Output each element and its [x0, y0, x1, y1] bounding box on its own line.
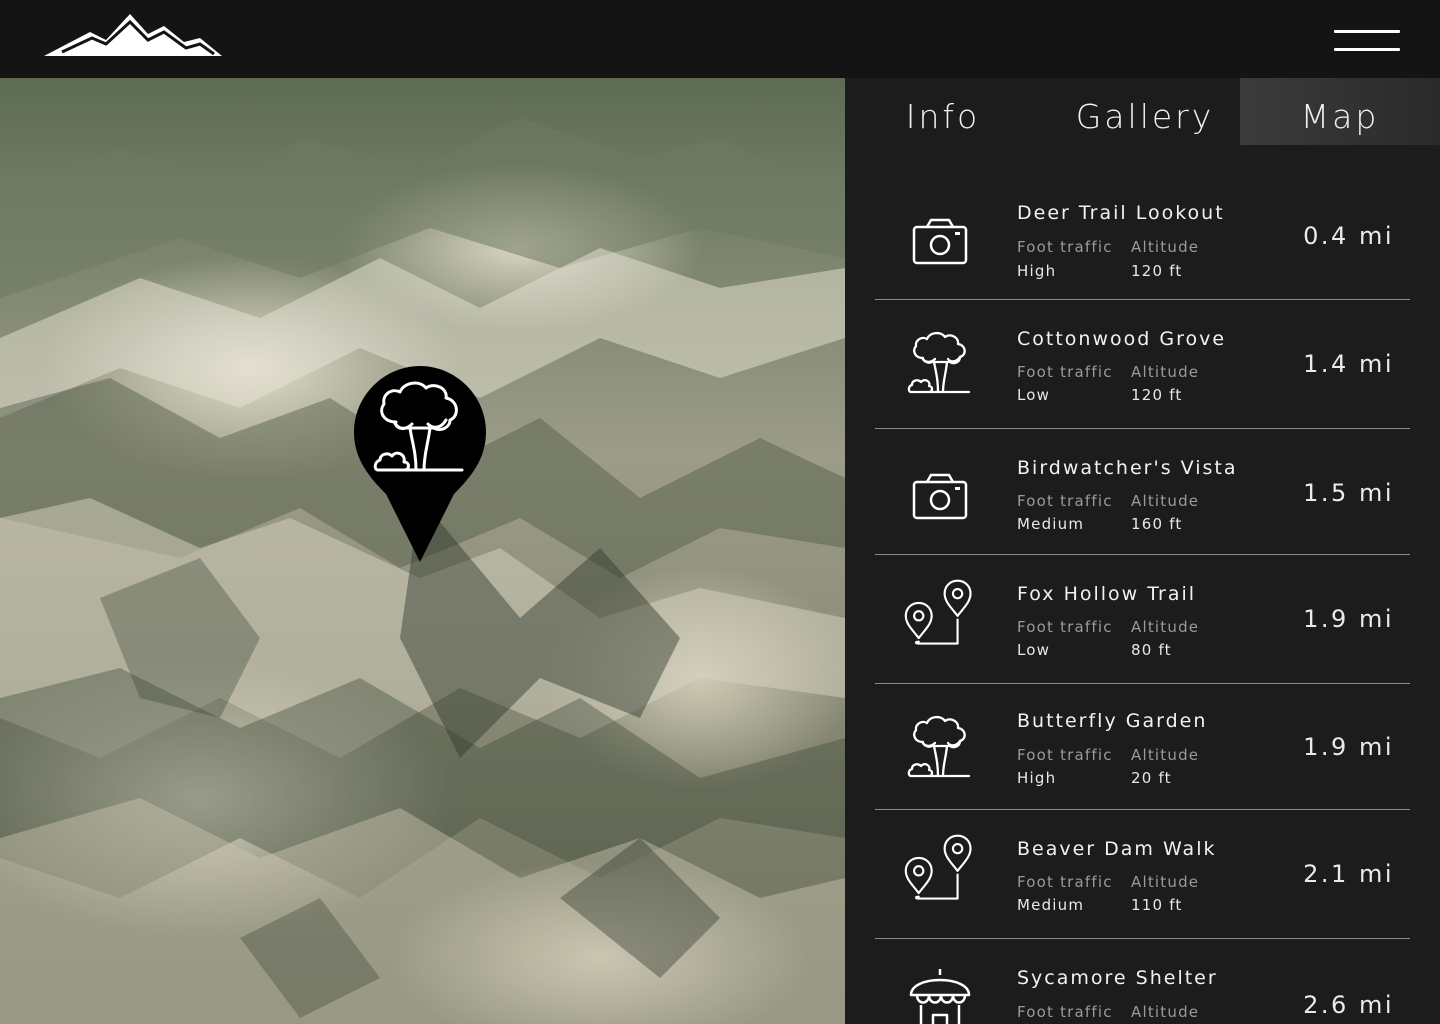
poi-row[interactable]: Birdwatcher's Vista Foot traffic Medium … [875, 429, 1410, 555]
altitude-label: Altitude [1131, 1003, 1200, 1021]
altitude-label: Altitude [1131, 363, 1200, 381]
foot-traffic-label: Foot traffic [1017, 1003, 1113, 1021]
details-panel: Info Gallery Map Deer Trail Lookout Foot… [845, 78, 1440, 1024]
altitude-label: Altitude [1131, 492, 1200, 510]
distance: 1.4 mi [1303, 350, 1394, 378]
foot-traffic-value: High [1017, 262, 1057, 280]
mountain-logo-icon[interactable] [44, 12, 222, 60]
foot-traffic-value: High [1017, 769, 1057, 787]
foot-traffic-label: Foot traffic [1017, 746, 1113, 764]
distance: 2.6 mi [1303, 991, 1394, 1019]
altitude-label: Altitude [1131, 873, 1200, 891]
top-bar [0, 0, 1440, 78]
poi-list: Deer Trail Lookout Foot traffic High Alt… [875, 178, 1410, 1024]
foot-traffic-value: Low [1017, 386, 1051, 404]
altitude-value: 110 ft [1131, 896, 1183, 914]
foot-traffic-value: Medium [1017, 896, 1085, 914]
distance: 1.9 mi [1303, 605, 1394, 633]
terrain-map[interactable] [0, 78, 845, 1024]
altitude-value: 120 ft [1131, 262, 1183, 280]
route-pins-icon [904, 834, 972, 900]
foot-traffic-label: Foot traffic [1017, 363, 1113, 381]
menu-line-bottom [1334, 48, 1400, 51]
foot-traffic-value: Low [1017, 641, 1051, 659]
altitude-label: Altitude [1131, 238, 1200, 256]
poi-row[interactable]: Cottonwood Grove Foot traffic Low Altitu… [875, 300, 1410, 429]
foot-traffic-label: Foot traffic [1017, 873, 1113, 891]
poi-row[interactable]: Sycamore Shelter Foot traffic Altitude 2… [875, 939, 1410, 1024]
foot-traffic-value: Medium [1017, 515, 1085, 533]
distance: 1.9 mi [1303, 733, 1394, 761]
selected-location-pin[interactable] [354, 366, 486, 562]
altitude-value: 80 ft [1131, 641, 1172, 659]
poi-name: Cottonwood Grove [1017, 328, 1227, 350]
camera-icon [912, 218, 968, 265]
poi-name: Beaver Dam Walk [1017, 838, 1217, 860]
foot-traffic-label: Foot traffic [1017, 618, 1113, 636]
poi-name: Fox Hollow Trail [1017, 583, 1197, 605]
menu-line-top [1334, 30, 1400, 33]
hamburger-menu-button[interactable] [1334, 28, 1400, 54]
distance: 2.1 mi [1303, 860, 1394, 888]
distance: 1.5 mi [1303, 479, 1394, 507]
camera-icon [912, 473, 968, 520]
altitude-value: 20 ft [1131, 769, 1172, 787]
tree-icon [907, 715, 971, 778]
altitude-label: Altitude [1131, 746, 1200, 764]
tree-icon [907, 331, 971, 394]
tab-map[interactable]: Map [1240, 78, 1440, 145]
poi-name: Butterfly Garden [1017, 710, 1208, 732]
route-pins-icon [904, 579, 972, 645]
foot-traffic-label: Foot traffic [1017, 238, 1113, 256]
shelter-icon [909, 969, 971, 1024]
altitude-value: 120 ft [1131, 386, 1183, 404]
poi-row[interactable]: Beaver Dam Walk Foot traffic Medium Alti… [875, 810, 1410, 939]
poi-row[interactable]: Butterfly Garden Foot traffic High Altit… [875, 684, 1410, 810]
tab-gallery[interactable]: Gallery [1073, 78, 1217, 145]
poi-row[interactable]: Deer Trail Lookout Foot traffic High Alt… [875, 178, 1410, 300]
poi-name: Birdwatcher's Vista [1017, 457, 1238, 479]
altitude-value: 160 ft [1131, 515, 1183, 533]
panel-tabs: Info Gallery Map [845, 78, 1440, 145]
foot-traffic-label: Foot traffic [1017, 492, 1113, 510]
poi-row[interactable]: Fox Hollow Trail Foot traffic Low Altitu… [875, 555, 1410, 684]
altitude-label: Altitude [1131, 618, 1200, 636]
poi-name: Deer Trail Lookout [1017, 202, 1225, 224]
poi-name: Sycamore Shelter [1017, 967, 1218, 989]
tab-info[interactable]: Info [875, 78, 1011, 145]
distance: 0.4 mi [1303, 222, 1394, 250]
